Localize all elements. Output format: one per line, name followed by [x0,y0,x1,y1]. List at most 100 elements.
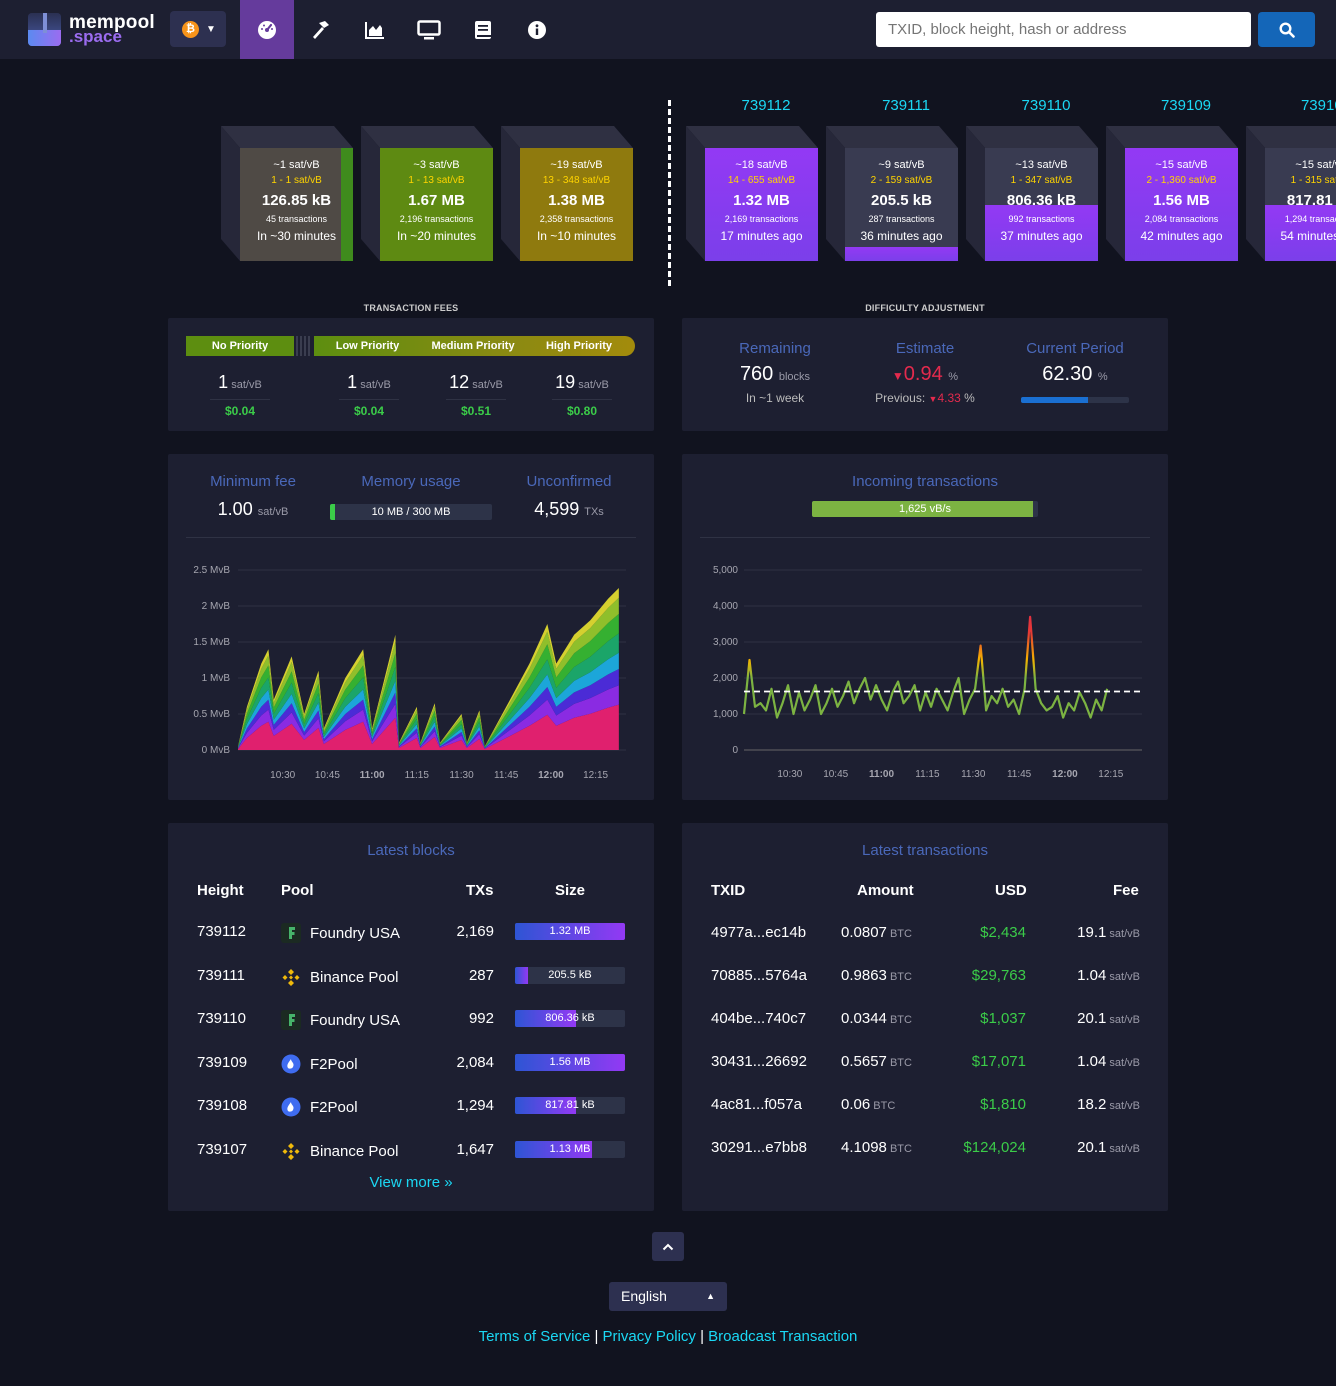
mined-block[interactable]: ~18 sat/vB 14 - 655 sat/vB 1.32 MB 2,169 tr… [686,126,818,261]
block-height-link[interactable]: 739111 [826,97,958,114]
tx-row[interactable]: 404be...740c7 0.0344 BTC $1,037 20.1 sat/vB [682,1010,1168,1034]
mempool-block-text: ~19 sat/vB 13 - 348 sat/vB 1.38 MB 2,358 tr… [520,148,633,261]
amount-value: 4.1098 [841,1139,887,1156]
block-row[interactable]: 739112 Foundry USA 2,169 1.32 MB [168,923,654,947]
block-fee-range: 14 - 655 sat/vB [727,175,796,186]
tx-row[interactable]: 4977a...ec14b 0.0807 BTC $2,434 19.1 sat/vB [682,924,1168,948]
y-tick-label: 3,000 [713,637,738,648]
network-selector[interactable]: ₿ ▼ [170,11,226,47]
nav-mining[interactable] [294,0,348,59]
mempool-block[interactable]: ~3 sat/vB 1 - 13 sat/vB 1.67 MB 2,196 trans… [361,126,493,261]
remaining-value: 760 [739,363,774,385]
th-amount: Amount [857,882,914,899]
tx-amount: 0.5657 BTC [841,1053,912,1070]
tx-fee: 1.04 sat/vB [1077,967,1140,984]
fee-value: 1.04 [1077,967,1107,984]
tx-amount: 0.9863 BTC [841,967,912,984]
txid-link[interactable]: 70885...5764a [711,967,807,984]
block-height-link[interactable]: 739112 [197,923,246,940]
block-height-link[interactable]: 739108 [1246,97,1336,114]
block-height-link[interactable]: 739112 [686,97,818,114]
mined-block[interactable]: ~15 sat/vB 1 - 315 sat/vB 817.81 kB 1,294 t… [1246,126,1336,261]
block-height-link[interactable]: 739110 [966,97,1098,114]
block-height-link[interactable]: 739107 [197,1141,247,1158]
tx-row[interactable]: 70885...5764a 0.9863 BTC $29,763 1.04 sat/v… [682,967,1168,991]
nav-docs[interactable] [456,0,510,59]
block-eta: In ~10 minutes [536,229,617,243]
tx-amount: 0.0807 BTC [841,924,912,941]
block-median-fee: ~3 sat/vB [413,159,460,171]
difficulty-remaining: Remaining 760 blocks In ~1 week [700,340,850,405]
x-tick-label: 11:15 [405,770,430,781]
chevron-up-icon [662,1243,674,1250]
block-height-link[interactable]: 739109 [1106,97,1238,114]
block-top-face [966,126,1098,148]
search-button[interactable] [1258,12,1315,47]
fee-unit: sat/vB [1106,1057,1140,1069]
block-side-face [1246,126,1265,261]
tx-row[interactable]: 30431...26692 0.5657 BTC $17,071 1.04 sat/v… [682,1053,1168,1077]
block-row[interactable]: 739107 Binance Pool 1,647 1.13 MB [168,1140,654,1165]
block-row[interactable]: 739109 F2Pool 2,084 1.56 MB [168,1053,654,1078]
block-time-ago: 42 minutes ago [1140,229,1223,243]
incoming-divider [700,537,1150,538]
txid-link[interactable]: 4977a...ec14b [711,924,806,941]
stat-memory: Memory usage 10 MB / 300 MB [326,473,496,520]
x-tick-label: 11:30 [449,770,474,781]
scroll-top-button[interactable] [652,1232,684,1261]
remaining-unit: blocks [778,371,811,383]
block-row[interactable]: 739111 Binance Pool 287 205.5 kB [168,966,654,991]
mined-block[interactable]: ~9 sat/vB 2 - 159 sat/vB 205.5 kB 287 trans… [826,126,958,261]
nav-about[interactable] [510,0,564,59]
difficulty-period: Current Period 62.30 % [1000,340,1150,403]
txid-link[interactable]: 30431...26692 [711,1053,807,1070]
mempool-size-chart: 0 MvB 0.5 MvB 1 MvB 1.5 MvB 2 MvB 2.5 MvB 10:3… [193,565,626,781]
tx-row[interactable]: 30291...e7bb8 4.1098 BTC $124,024 20.1 sat/… [682,1139,1168,1163]
nav-tv[interactable] [402,0,456,59]
fee-value: 18.2 [1077,1096,1107,1113]
mined-block[interactable]: ~13 sat/vB 1 - 347 sat/vB 806.36 kB 992 tra… [966,126,1098,261]
txid-link[interactable]: 404be...740c7 [711,1010,806,1027]
block-height-link[interactable]: 739111 [197,967,245,984]
block-tx-count: 1,294 transactions [1284,214,1336,224]
block-fee-range: 1 - 1 sat/vB [271,175,322,186]
x-tick-label: 12:15 [1098,769,1123,780]
fee-unit: sat/vB [1106,1014,1140,1026]
search-input[interactable] [876,12,1251,47]
block-row[interactable]: 739110 Foundry USA 992 806.36 kB [168,1010,654,1034]
language-select[interactable]: English ▲ [609,1282,727,1311]
view-more-link[interactable]: View more » [168,1174,654,1191]
tx-row[interactable]: 4ac81...f057a 0.06 BTC $1,810 18.2 sat/vB [682,1096,1168,1120]
nav-graphs[interactable] [348,0,402,59]
y-tick-label: 2 MvB [202,601,231,612]
mined-block-face: ~15 sat/vB 2 - 1,360 sat/vB 1.56 MB 2,084 t… [1125,148,1238,261]
mempool-block[interactable]: ~19 sat/vB 13 - 348 sat/vB 1.38 MB 2,358 tr… [501,126,633,261]
mined-block-face: ~9 sat/vB 2 - 159 sat/vB 205.5 kB 287 trans… [845,148,958,261]
txid-link[interactable]: 30291...e7bb8 [711,1139,807,1156]
block-size: 126.85 kB [261,192,332,209]
txid-link[interactable]: 4ac81...f057a [711,1096,802,1113]
hammer-icon [313,20,329,39]
block-height-link[interactable]: 739110 [197,1010,246,1027]
block-row[interactable]: 739108 F2Pool 1,294 817.81 kB [168,1097,654,1121]
mined-block[interactable]: ~15 sat/vB 2 - 1,360 sat/vB 1.56 MB 2,084 t… [1106,126,1238,261]
y-tick-label: 2.5 MvB [193,565,230,576]
fee-unit: sat/vB [469,379,503,391]
mempool-block[interactable]: ~1 sat/vB 1 - 1 sat/vB 126.85 kB 45 transac… [221,126,353,261]
nav-dashboard[interactable] [240,0,294,59]
block-tx-count: 1,294 [456,1097,494,1114]
terms-link[interactable]: Terms of Service [479,1328,591,1345]
logo[interactable]: mempool .space [28,12,158,47]
block-height-link[interactable]: 739109 [197,1054,247,1071]
broadcast-link[interactable]: Broadcast Transaction [708,1328,857,1345]
block-eta: In ~20 minutes [396,229,477,243]
tx-usd: $2,434 [980,924,1026,941]
tx-usd: $124,024 [963,1139,1026,1156]
block-side-face [1106,126,1125,261]
block-tx-count: 2,358 transactions [539,214,614,224]
fee-unit: sat/vB [1106,1143,1140,1155]
x-tick-label: 12:00 [538,770,564,781]
block-height-link[interactable]: 739108 [197,1097,247,1114]
privacy-link[interactable]: Privacy Policy [603,1328,696,1345]
period-label: Current Period [1026,340,1124,357]
